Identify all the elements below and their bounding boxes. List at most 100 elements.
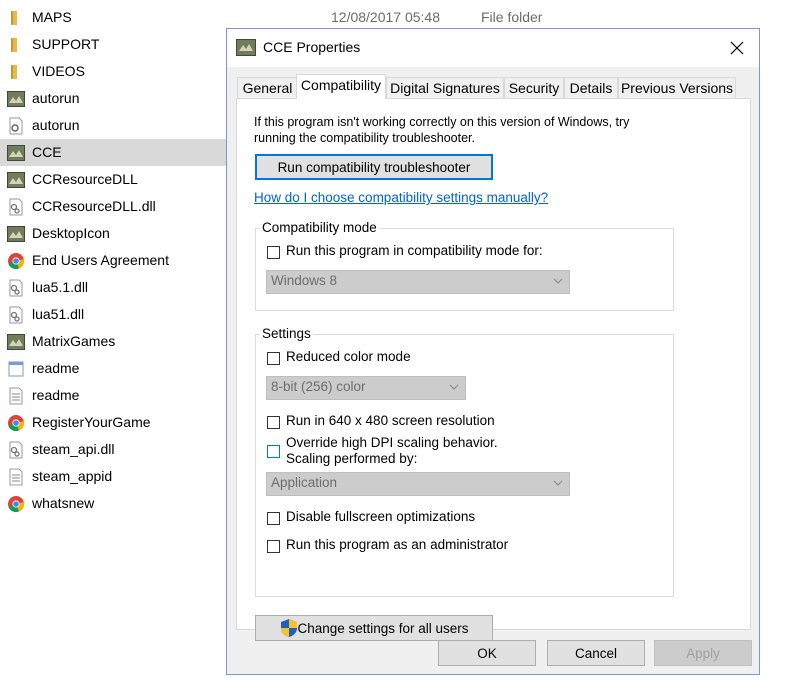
file-name: VIDEOS (32, 63, 85, 79)
dll-file-icon (7, 306, 25, 324)
file-name: MatrixGames (32, 333, 116, 349)
file-name: RegisterYourGame (32, 414, 151, 430)
file-item[interactable]: MAPS (0, 4, 226, 31)
window-file-icon (7, 360, 25, 378)
fullscreen-optimizations-label: Disable fullscreen optimizations (286, 509, 476, 524)
dll-file-icon (7, 279, 25, 297)
reduced-color-label: Reduced color mode (286, 349, 411, 364)
change-settings-all-users-button[interactable]: Change settings for all users (255, 615, 493, 641)
tab-compatibility[interactable]: Compatibility (296, 74, 386, 99)
file-item[interactable]: End Users Agreement (0, 247, 226, 274)
file-name: CCResourceDLL.dll (32, 198, 156, 214)
settings-group: Settings Reduced color mode 8-bit (256) … (255, 326, 674, 597)
folder-icon (7, 9, 25, 27)
file-list: MAPS SUPPORT VIDEOS autorun autorun CCE CCReso… (0, 0, 226, 678)
app-icon (7, 144, 25, 162)
file-name: End Users Agreement (32, 252, 169, 268)
file-item[interactable]: autorun (0, 85, 226, 112)
compatibility-mode-label: Compatibility mode (260, 220, 379, 235)
chevron-down-icon (553, 278, 563, 284)
app-icon (7, 90, 25, 108)
intro-text: If this program isn't working correctly … (254, 115, 630, 145)
tab-security[interactable]: Security (504, 77, 564, 98)
file-item[interactable]: VIDEOS (0, 58, 226, 85)
ok-button[interactable]: OK (438, 640, 536, 666)
settings-file-icon (7, 117, 25, 135)
change-settings-all-users-label: Change settings for all users (297, 620, 469, 636)
file-item[interactable]: readme (0, 355, 226, 382)
properties-dialog: CCE Properties General Compatibility Dig… (226, 28, 760, 675)
reduced-color-checkbox[interactable] (267, 352, 280, 365)
dpi-scaling-label: Scaling performed by: (286, 451, 418, 466)
title-bar[interactable]: CCE Properties (227, 29, 759, 67)
file-item[interactable]: SUPPORT (0, 31, 226, 58)
dpi-scaling-select[interactable]: Application (266, 472, 570, 496)
fullscreen-optimizations-checkbox[interactable] (267, 512, 280, 525)
resolution-label: Run in 640 x 480 screen resolution (286, 413, 495, 428)
file-item[interactable]: autorun (0, 112, 226, 139)
file-item[interactable]: CCE (0, 139, 226, 166)
close-button[interactable] (715, 29, 759, 67)
file-name: MAPS (32, 9, 72, 25)
file-name: CCResourceDLL (32, 171, 138, 187)
cancel-button[interactable]: Cancel (547, 640, 645, 666)
file-item[interactable]: CCResourceDLL.dll (0, 193, 226, 220)
compatibility-mode-checkbox[interactable] (267, 246, 280, 259)
color-depth-select[interactable]: 8-bit (256) color (266, 376, 466, 400)
file-name: lua5.1.dll (32, 279, 89, 295)
apply-button[interactable]: Apply (654, 640, 752, 666)
os-version-select[interactable]: Windows 8 (266, 270, 570, 294)
file-name: steam_appid (32, 468, 113, 484)
file-name: SUPPORT (32, 36, 100, 52)
tab-previous-versions[interactable]: Previous Versions (618, 77, 736, 98)
app-icon (236, 39, 256, 56)
manual-settings-link[interactable]: How do I choose compatibility settings m… (254, 190, 548, 205)
chevron-down-icon (449, 384, 459, 390)
compatibility-panel: If this program isn't working correctly … (236, 98, 751, 641)
file-name: CCE (32, 144, 62, 160)
uac-shield-icon (281, 619, 297, 637)
tab-digital-signatures[interactable]: Digital Signatures (386, 77, 504, 98)
text-file-icon (7, 387, 25, 405)
run-as-admin-label: Run this program as an administrator (286, 537, 509, 552)
app-icon (7, 225, 25, 243)
dll-file-icon (7, 441, 25, 459)
app-icon (7, 171, 25, 189)
compatibility-mode-checkbox-label: Run this program in compatibility mode f… (286, 243, 543, 258)
file-name: lua51.dll (32, 306, 85, 322)
os-version-value: Windows 8 (271, 273, 338, 288)
file-type-text: File folder (481, 9, 543, 25)
chrome-icon (7, 495, 25, 513)
file-item[interactable]: steam_appid (0, 463, 226, 490)
file-item[interactable]: readme (0, 382, 226, 409)
settings-label: Settings (260, 326, 313, 341)
dll-file-icon (7, 198, 25, 216)
file-name: autorun (32, 90, 80, 106)
file-item[interactable]: lua51.dll (0, 301, 226, 328)
file-name: DesktopIcon (32, 225, 110, 241)
file-item[interactable]: CCResourceDLL (0, 166, 226, 193)
file-name: autorun (32, 117, 80, 133)
file-name: readme (32, 387, 80, 403)
file-item[interactable]: lua5.1.dll (0, 274, 226, 301)
dialog-title: CCE Properties (263, 39, 361, 55)
run-as-admin-checkbox[interactable] (267, 540, 280, 553)
file-item[interactable]: steam_api.dll (0, 436, 226, 463)
app-icon (7, 333, 25, 351)
folder-icon (7, 63, 25, 81)
file-item[interactable]: DesktopIcon (0, 220, 226, 247)
dpi-scaling-value: Application (271, 475, 338, 490)
file-item[interactable]: MatrixGames (0, 328, 226, 355)
file-item[interactable]: RegisterYourGame (0, 409, 226, 436)
file-item[interactable]: whatsnew (0, 490, 226, 517)
tab-details[interactable]: Details (564, 77, 618, 98)
dpi-override-checkbox[interactable] (267, 445, 280, 458)
file-name: readme (32, 360, 80, 376)
file-name: steam_api.dll (32, 441, 115, 457)
date-modified-text: 12/08/2017 05:48 (331, 9, 440, 25)
text-file-icon (7, 468, 25, 486)
run-troubleshooter-button[interactable]: Run compatibility troubleshooter (255, 154, 493, 180)
tab-general[interactable]: General (237, 77, 298, 98)
resolution-checkbox[interactable] (267, 416, 280, 429)
close-icon (730, 41, 744, 55)
